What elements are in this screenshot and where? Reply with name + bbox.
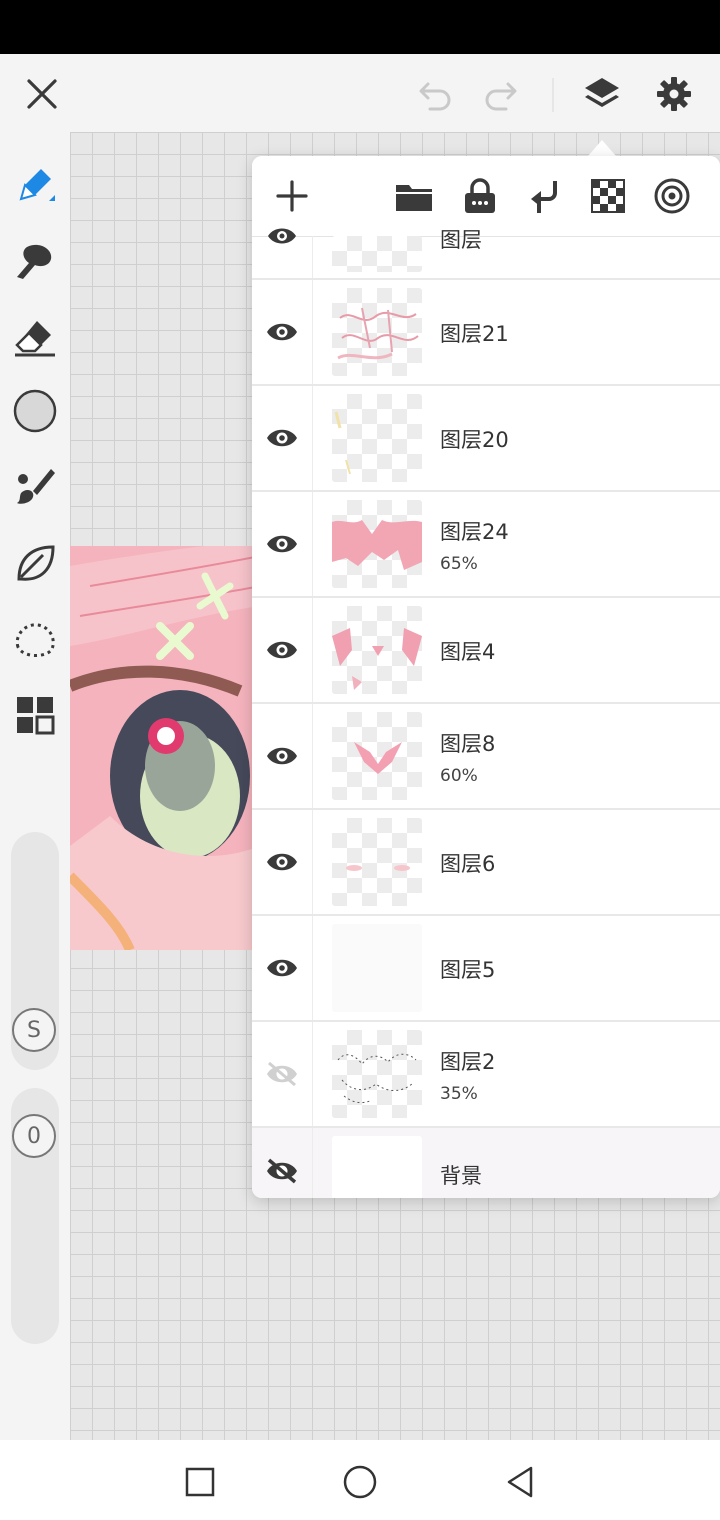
layer-opacity: 35% <box>440 1084 478 1104</box>
brush-opacity-label: 0 <box>12 1114 56 1158</box>
eye-icon[interactable] <box>252 916 312 1020</box>
layer-name: 背景 <box>440 1164 482 1188</box>
eye-icon[interactable] <box>252 492 312 596</box>
layer-row[interactable]: 图层21 <box>252 280 720 386</box>
brush-size-label: S <box>12 1008 56 1052</box>
layer-name: 图层21 <box>440 322 509 346</box>
grid-menu-icon[interactable] <box>10 690 60 740</box>
leaf-icon[interactable] <box>10 538 60 588</box>
folder-icon[interactable] <box>392 174 436 218</box>
eye-icon[interactable] <box>252 598 312 702</box>
merge-down-icon[interactable] <box>522 174 566 218</box>
layer-panel-toolbar <box>252 156 720 237</box>
artwork-preview <box>70 546 260 950</box>
eye-hidden-icon[interactable] <box>252 1022 312 1126</box>
row-divider <box>312 704 313 808</box>
lock-icon[interactable] <box>458 174 502 218</box>
layer-panel: 图层 图层21 图层20 图层24 65% 图层4 图层8 60% 图层6 图层… <box>252 156 720 1198</box>
left-toolbar: S 0 <box>0 132 70 1440</box>
row-divider <box>312 598 313 702</box>
layer-settings-icon[interactable] <box>650 174 694 218</box>
layer-row[interactable]: 背景 <box>252 1128 720 1198</box>
eye-icon[interactable] <box>252 810 312 914</box>
system-navigation-bar <box>0 1440 720 1520</box>
eraser-icon[interactable] <box>10 312 60 362</box>
eye-icon[interactable] <box>252 704 312 808</box>
layer-row[interactable]: 图层2 35% <box>252 1022 720 1128</box>
row-divider <box>312 236 313 278</box>
home-icon[interactable] <box>338 1460 382 1504</box>
layer-row[interactable]: 图层4 <box>252 598 720 704</box>
eye-hidden-icon[interactable] <box>252 1128 312 1198</box>
layer-thumbnail <box>332 236 422 272</box>
layer-thumbnail <box>332 1030 422 1118</box>
layer-name: 图层6 <box>440 852 496 876</box>
eye-icon[interactable] <box>252 280 312 384</box>
top-toolbar <box>0 54 720 132</box>
eye-icon[interactable] <box>252 228 312 278</box>
fill-brush-icon[interactable] <box>10 462 60 512</box>
layer-name: 图层5 <box>440 958 496 982</box>
layer-panel-pointer <box>588 140 616 156</box>
gear-icon[interactable] <box>652 72 696 116</box>
row-divider <box>312 492 313 596</box>
row-divider <box>312 280 313 384</box>
row-divider <box>312 1128 313 1198</box>
layer-row[interactable]: 图层5 <box>252 916 720 1022</box>
layer-name: 图层24 <box>440 520 509 544</box>
layer-thumbnail <box>332 606 422 694</box>
layer-thumbnail <box>332 288 422 376</box>
recent-apps-icon[interactable] <box>178 1460 222 1504</box>
row-divider <box>312 386 313 490</box>
brush-icon[interactable] <box>10 236 60 286</box>
checker-icon[interactable] <box>586 174 630 218</box>
layer-thumbnail <box>332 818 422 906</box>
redo-icon[interactable] <box>478 72 522 116</box>
toolbar-divider <box>552 78 554 112</box>
layer-opacity: 60% <box>440 766 478 786</box>
row-divider <box>312 916 313 1020</box>
layer-row[interactable]: 图层8 60% <box>252 704 720 810</box>
layer-name: 图层4 <box>440 640 496 664</box>
add-layer-icon[interactable] <box>270 174 314 218</box>
back-icon[interactable] <box>498 1460 542 1504</box>
layer-thumbnail <box>332 712 422 800</box>
layer-row[interactable]: 图层 <box>252 228 720 280</box>
layer-thumbnail <box>332 500 422 588</box>
lasso-selection-icon[interactable] <box>10 614 60 664</box>
row-divider <box>312 810 313 914</box>
layer-name: 图层 <box>440 228 482 252</box>
pen-icon[interactable] <box>10 160 60 210</box>
layer-name: 图层8 <box>440 732 496 756</box>
layer-row[interactable]: 图层6 <box>252 810 720 916</box>
row-divider <box>312 1022 313 1126</box>
status-bar <box>0 0 720 54</box>
layer-row[interactable]: 图层20 <box>252 386 720 492</box>
layer-thumbnail <box>332 924 422 1012</box>
color-circle-icon[interactable] <box>10 386 60 436</box>
close-icon[interactable] <box>20 72 64 116</box>
layer-list: 图层 图层21 图层20 图层24 65% 图层4 图层8 60% 图层6 图层… <box>252 228 720 1198</box>
eye-icon[interactable] <box>252 386 312 490</box>
layer-opacity: 65% <box>440 554 478 574</box>
layer-name: 图层20 <box>440 428 509 452</box>
layer-name: 图层2 <box>440 1050 496 1074</box>
layer-row[interactable]: 图层24 65% <box>252 492 720 598</box>
layers-icon[interactable] <box>580 72 624 116</box>
undo-icon[interactable] <box>414 72 458 116</box>
layer-thumbnail <box>332 394 422 482</box>
layer-thumbnail <box>332 1136 422 1198</box>
